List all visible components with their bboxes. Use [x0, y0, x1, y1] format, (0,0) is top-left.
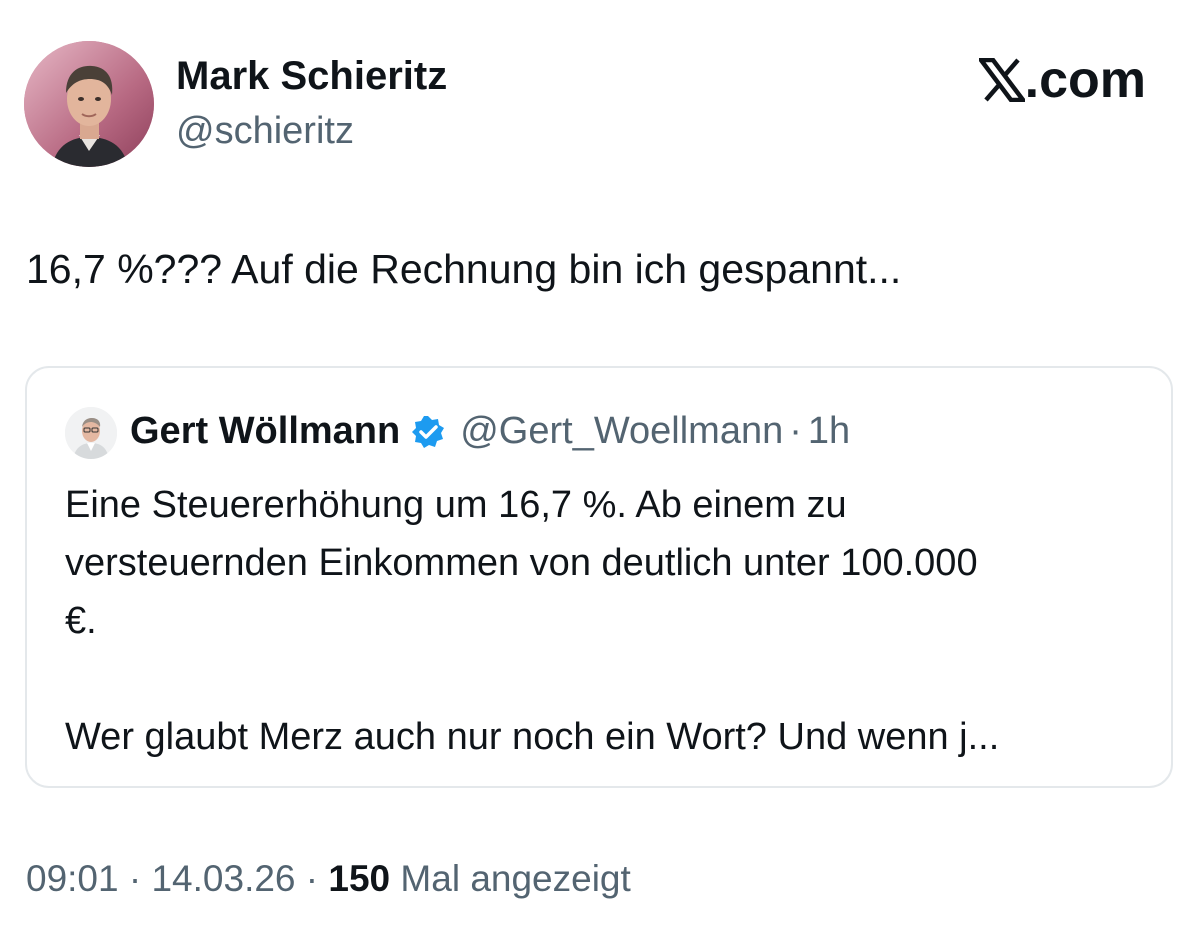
brand-logo: .com [978, 50, 1146, 110]
quoted-tweet-time[interactable]: 1h [808, 410, 850, 453]
quoted-text-line: €. [65, 600, 97, 642]
quoted-author-name[interactable]: Gert Wöllmann [130, 410, 400, 453]
quoted-author-avatar[interactable] [65, 407, 117, 459]
views-label: Mal angezeigt [400, 858, 631, 899]
quoted-text-line: versteuernden Einkommen von deutlich unt… [65, 542, 978, 584]
author-handle[interactable]: @schieritz [176, 110, 354, 153]
brand-domain: .com [1024, 51, 1146, 109]
quoted-text-line-truncated: Wer glaubt Merz auch nur noch ein Wort? … [65, 716, 1000, 758]
views-count: 150 [328, 858, 391, 899]
tweet-time[interactable]: 09:01 [26, 858, 119, 899]
author-avatar[interactable] [24, 41, 154, 167]
author-name[interactable]: Mark Schieritz [176, 54, 447, 99]
tweet-screenshot: Mark Schieritz @schieritz .com 16,7 %???… [0, 0, 1200, 927]
separator-dot: · [128, 858, 142, 899]
quoted-tweet-card[interactable]: Gert Wöllmann @Gert_Woellmann · 1h Eine … [25, 366, 1173, 788]
quoted-tweet-header: Gert Wöllmann @Gert_Woellmann · 1h [130, 410, 850, 453]
quoted-tweet-text: Eine Steuererhöhung um 16,7 %. Ab einem … [65, 476, 999, 766]
quoted-author-handle[interactable]: @Gert_Woellmann [460, 410, 783, 453]
separator-dot: · [789, 410, 802, 452]
verified-badge-icon [410, 414, 446, 450]
separator-dot: · [305, 858, 319, 899]
tweet-date[interactable]: 14.03.26 [151, 858, 295, 899]
quoted-text-line: Eine Steuererhöhung um 16,7 %. Ab einem … [65, 484, 847, 526]
x-logo-icon [978, 58, 1025, 102]
tweet-meta: 09:01 · 14.03.26 · 150 Mal angezeigt [26, 858, 631, 900]
tweet-text: 16,7 %??? Auf die Rechnung bin ich gespa… [26, 246, 902, 292]
